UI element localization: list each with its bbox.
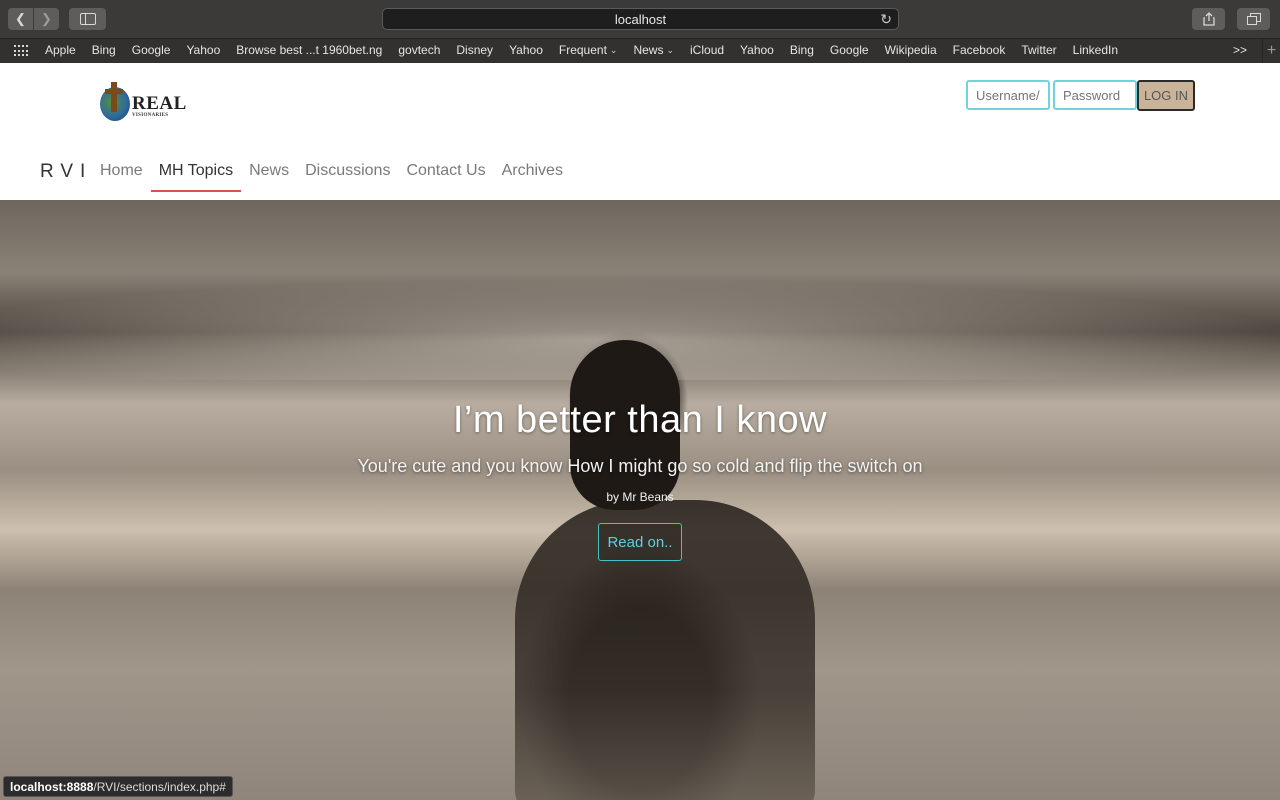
chevron-down-icon: ⌄ xyxy=(666,44,675,55)
nav-contact-us[interactable]: Contact Us xyxy=(398,161,493,193)
bookmark-label: News xyxy=(633,43,664,57)
bookmark-item[interactable]: Yahoo xyxy=(186,43,220,57)
bookmark-item[interactable]: Apple xyxy=(45,43,76,57)
bookmark-item[interactable]: Twitter xyxy=(1021,43,1056,57)
status-host: localhost:8888 xyxy=(10,779,94,794)
nav-mh-topics[interactable]: MH Topics xyxy=(150,161,242,193)
tabs-icon xyxy=(1246,13,1261,25)
bookmark-label: Twitter xyxy=(1021,43,1057,57)
more-bookmarks-button[interactable]: >> xyxy=(1233,43,1247,57)
bookmark-label: iCloud xyxy=(690,43,725,57)
bookmark-label: Bing xyxy=(91,43,116,57)
chevron-left-icon: ❮ xyxy=(15,11,26,26)
bookmark-label: Frequent xyxy=(558,43,607,57)
main-nav: Home MH Topics News Discussions Contact … xyxy=(92,161,571,193)
show-tabs-button[interactable] xyxy=(1237,8,1270,30)
nav-archives[interactable]: Archives xyxy=(494,161,571,193)
bookmark-item[interactable]: Google xyxy=(830,43,869,57)
hero-subtitle: You're cute and you know How I might go … xyxy=(357,456,923,476)
sidebar-toggle-button[interactable] xyxy=(69,8,106,30)
nav-home[interactable]: Home xyxy=(92,161,151,193)
forward-button[interactable]: ❯ xyxy=(34,8,59,30)
logo-subtext: VISIONARIES xyxy=(132,113,169,118)
hero-author: by Mr Beans xyxy=(606,490,674,504)
bookmark-item[interactable]: Wikipedia xyxy=(885,43,937,57)
share-button[interactable] xyxy=(1192,8,1225,30)
chevron-down-icon: ⌄ xyxy=(609,44,618,55)
bookmark-item[interactable]: Yahoo xyxy=(740,43,774,57)
grid-icon[interactable] xyxy=(14,45,30,57)
site-logo[interactable]: REAL VISIONARIES xyxy=(100,82,187,124)
logo-text: REAL xyxy=(132,93,187,114)
bookmark-label: Bing xyxy=(789,43,814,57)
bookmark-label: Disney xyxy=(456,43,494,57)
bookmark-label: Wikipedia xyxy=(884,43,937,57)
bookmark-label: Facebook xyxy=(952,43,1006,57)
hero-title: I’m better than I know xyxy=(452,399,828,441)
bookmark-label: Browse best ...t 1960bet.ng xyxy=(236,43,383,57)
nav-news[interactable]: News xyxy=(241,161,297,193)
reload-icon[interactable]: ↻ xyxy=(880,11,892,28)
status-path: /RVI/sections/index.php# xyxy=(93,779,226,794)
read-on-button[interactable]: Read on.. xyxy=(598,523,682,561)
bookmark-list: Apple Bing Google Yahoo Browse best ...t… xyxy=(45,43,1134,57)
bookmark-label: Google xyxy=(829,43,869,57)
url-text: localhost xyxy=(614,11,667,27)
bookmark-folder-frequent[interactable]: Frequent ⌄ xyxy=(559,43,618,57)
sidebar-icon xyxy=(79,13,96,25)
chevron-right-icon: ❯ xyxy=(41,11,52,26)
bookmark-item[interactable]: Disney xyxy=(456,43,493,57)
bookmark-label: govtech xyxy=(398,43,441,57)
bookmark-item[interactable]: iCloud xyxy=(690,43,724,57)
brand-name[interactable]: RVI xyxy=(40,161,92,183)
hero-content: I’m better than I know You're cute and y… xyxy=(0,200,1280,800)
password-input[interactable] xyxy=(1053,80,1137,110)
bookmark-label: Yahoo xyxy=(740,43,774,57)
bookmark-item[interactable]: LinkedIn xyxy=(1073,43,1118,57)
bookmark-label: LinkedIn xyxy=(1072,43,1119,57)
login-button[interactable]: LOG IN xyxy=(1137,80,1195,111)
back-button[interactable]: ❮ xyxy=(8,8,33,30)
share-icon xyxy=(1202,12,1215,26)
nav-discussions[interactable]: Discussions xyxy=(297,161,398,193)
bookmark-item[interactable]: govtech xyxy=(398,43,440,57)
bookmark-item[interactable]: Browse best ...t 1960bet.ng xyxy=(236,43,382,57)
bookmark-item[interactable]: Bing xyxy=(790,43,814,57)
bookmark-folder-news[interactable]: News ⌄ xyxy=(633,43,674,57)
bookmark-item[interactable]: Facebook xyxy=(953,43,1006,57)
bookmark-label: Apple xyxy=(45,43,76,57)
web-page: REAL VISIONARIES LOG IN RVI Home MH Topi… xyxy=(0,63,1280,800)
username-input[interactable] xyxy=(966,80,1050,110)
bookmark-label: Google xyxy=(131,43,171,57)
bookmark-label: Yahoo xyxy=(509,43,543,57)
add-tab-button[interactable]: + xyxy=(1262,39,1280,64)
cross-icon xyxy=(111,82,117,112)
bookmark-item[interactable]: Yahoo xyxy=(509,43,543,57)
bookmark-item[interactable]: Bing xyxy=(92,43,116,57)
status-bar-url: localhost:8888/RVI/sections/index.php# xyxy=(3,776,233,797)
bookmarks-bar: Apple Bing Google Yahoo Browse best ...t… xyxy=(0,38,1280,64)
hero-banner: I’m better than I know You're cute and y… xyxy=(0,200,1280,800)
bookmark-item[interactable]: Google xyxy=(132,43,171,57)
browser-toolbar: ❮ ❯ localhost ↻ xyxy=(0,0,1280,38)
bookmark-label: Yahoo xyxy=(186,43,221,57)
address-bar[interactable]: localhost ↻ xyxy=(382,8,899,30)
